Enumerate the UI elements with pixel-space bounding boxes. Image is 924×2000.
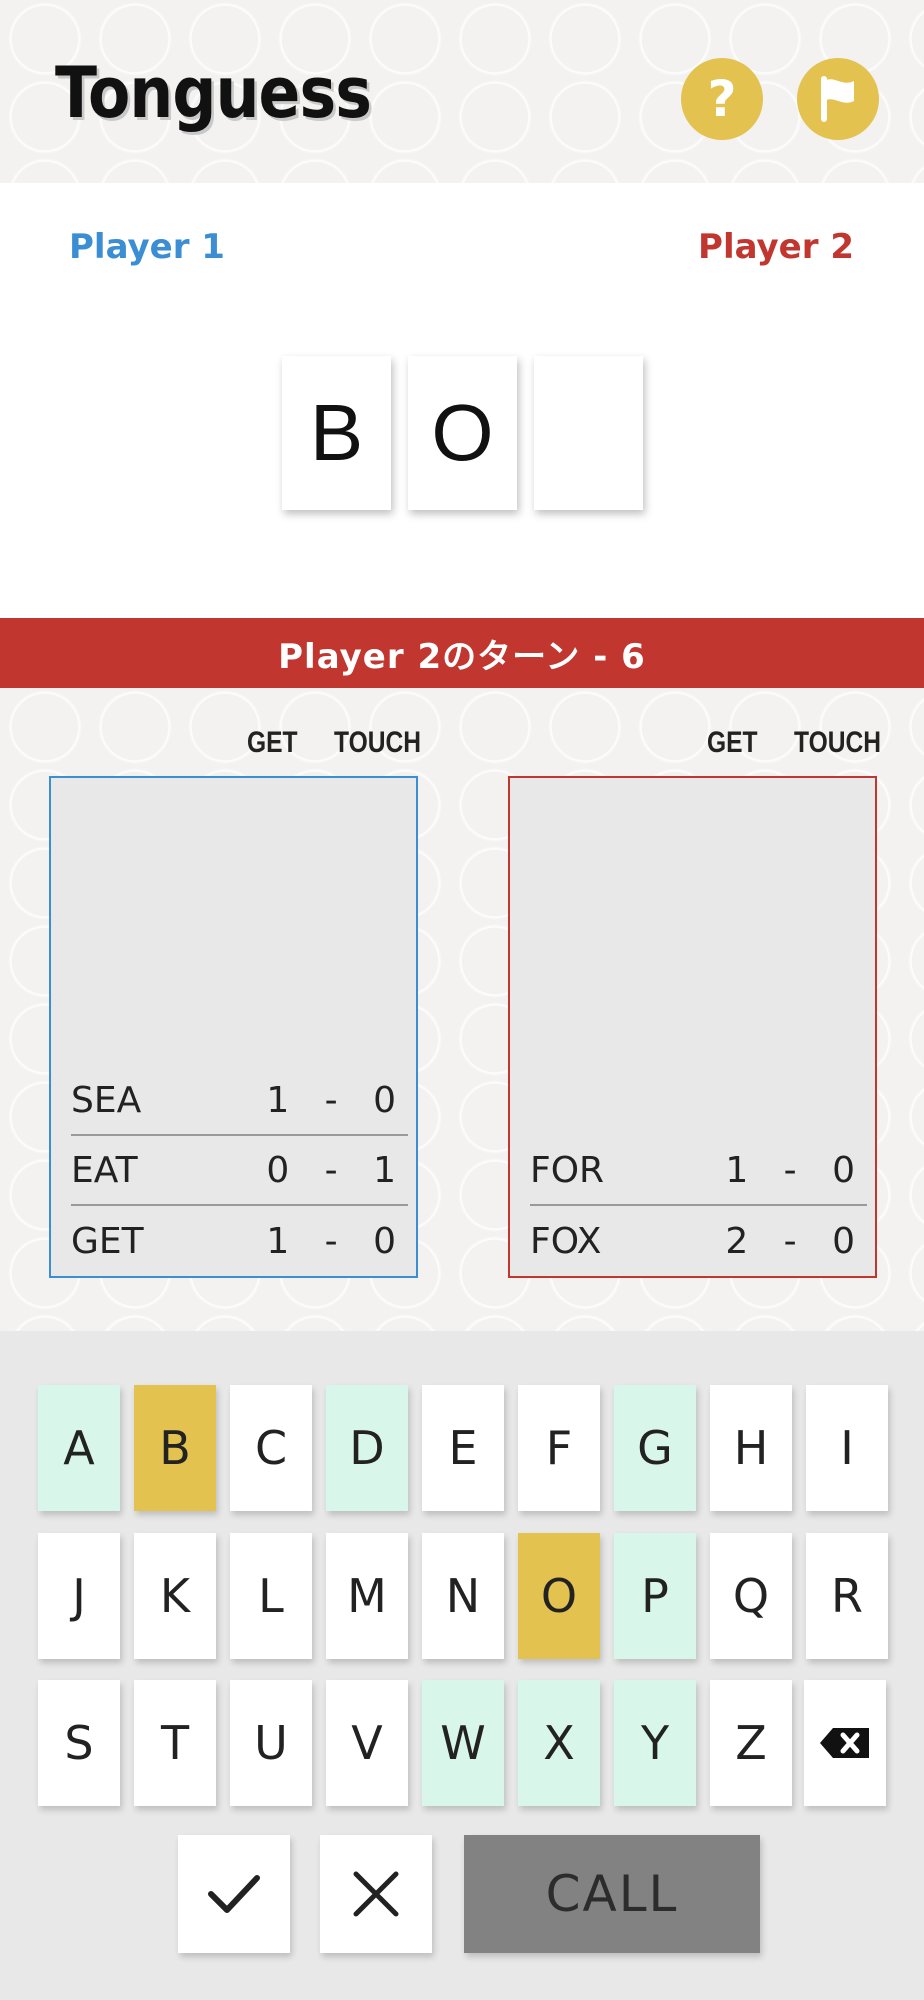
guess-tile: O <box>408 356 517 510</box>
key-g[interactable]: G <box>614 1385 696 1511</box>
key-u[interactable]: U <box>230 1680 312 1806</box>
history-row: SEA 1 - 0 <box>71 1066 408 1136</box>
guess-tile: B <box>282 356 391 510</box>
key-q[interactable]: Q <box>710 1533 792 1659</box>
touch-column-header: TOUCH <box>334 726 422 759</box>
history-row: FOR 1 - 0 <box>530 1136 867 1206</box>
key-n[interactable]: N <box>422 1533 504 1659</box>
history-board: GET TOUCH GET TOUCH SEA 1 - 0 EAT 0 - 1 … <box>0 688 924 1331</box>
call-button[interactable]: CALL <box>464 1835 760 1953</box>
key-c[interactable]: C <box>230 1385 312 1511</box>
confirm-button[interactable] <box>178 1835 290 1953</box>
history-row: GET 1 - 0 <box>71 1206 408 1276</box>
key-s[interactable]: S <box>38 1680 120 1806</box>
app-title: Tonguess <box>55 52 372 134</box>
surrender-button[interactable] <box>797 58 879 140</box>
flag-icon <box>821 76 854 122</box>
key-a[interactable]: A <box>38 1385 120 1511</box>
player1-label: Player 1 <box>69 227 225 267</box>
app-header: Tonguess ? <box>0 0 924 183</box>
guess-tile <box>534 356 643 510</box>
history-row: FOX 2 - 0 <box>530 1206 867 1276</box>
key-o[interactable]: O <box>518 1533 600 1659</box>
history-word: FOX <box>530 1220 602 1262</box>
key-v[interactable]: V <box>326 1680 408 1806</box>
player2-history: FOR 1 - 0 FOX 2 - 0 <box>508 776 877 1278</box>
help-icon: ? <box>707 70 737 128</box>
history-word: SEA <box>71 1079 142 1121</box>
clear-button[interactable] <box>320 1835 432 1953</box>
get-column-header: GET <box>707 726 758 759</box>
key-i[interactable]: I <box>806 1385 888 1511</box>
key-f[interactable]: F <box>518 1385 600 1511</box>
history-score: 1 - 0 <box>266 1220 408 1262</box>
key-e[interactable]: E <box>422 1385 504 1511</box>
key-d[interactable]: D <box>326 1385 408 1511</box>
history-word: EAT <box>71 1149 138 1191</box>
history-score: 0 - 1 <box>266 1149 408 1191</box>
player-panel: Player 1 Player 2 B O <box>0 183 924 618</box>
key-x[interactable]: X <box>518 1680 600 1806</box>
key-z[interactable]: Z <box>710 1680 792 1806</box>
key-r[interactable]: R <box>806 1533 888 1659</box>
get-column-header: GET <box>247 726 298 759</box>
history-word: FOR <box>530 1149 605 1191</box>
history-score: 1 - 0 <box>725 1149 867 1191</box>
player2-label: Player 2 <box>698 227 854 267</box>
key-y[interactable]: Y <box>614 1680 696 1806</box>
key-j[interactable]: J <box>38 1533 120 1659</box>
cross-icon <box>353 1871 399 1917</box>
touch-column-header: TOUCH <box>794 726 882 759</box>
key-m[interactable]: M <box>326 1533 408 1659</box>
history-score: 2 - 0 <box>725 1220 867 1262</box>
player1-history: SEA 1 - 0 EAT 0 - 1 GET 1 - 0 <box>49 776 418 1278</box>
key-p[interactable]: P <box>614 1533 696 1659</box>
key-b[interactable]: B <box>134 1385 216 1511</box>
backspace-key[interactable] <box>804 1680 886 1806</box>
key-t[interactable]: T <box>134 1680 216 1806</box>
key-l[interactable]: L <box>230 1533 312 1659</box>
check-icon <box>208 1875 260 1913</box>
history-row: EAT 0 - 1 <box>71 1136 408 1206</box>
backspace-icon <box>820 1728 869 1758</box>
turn-banner: Player 2のターン - 6 <box>0 618 924 688</box>
key-k[interactable]: K <box>134 1533 216 1659</box>
history-score: 1 - 0 <box>266 1079 408 1121</box>
key-h[interactable]: H <box>710 1385 792 1511</box>
history-word: GET <box>71 1220 144 1262</box>
help-button[interactable]: ? <box>681 58 763 140</box>
key-w[interactable]: W <box>422 1680 504 1806</box>
